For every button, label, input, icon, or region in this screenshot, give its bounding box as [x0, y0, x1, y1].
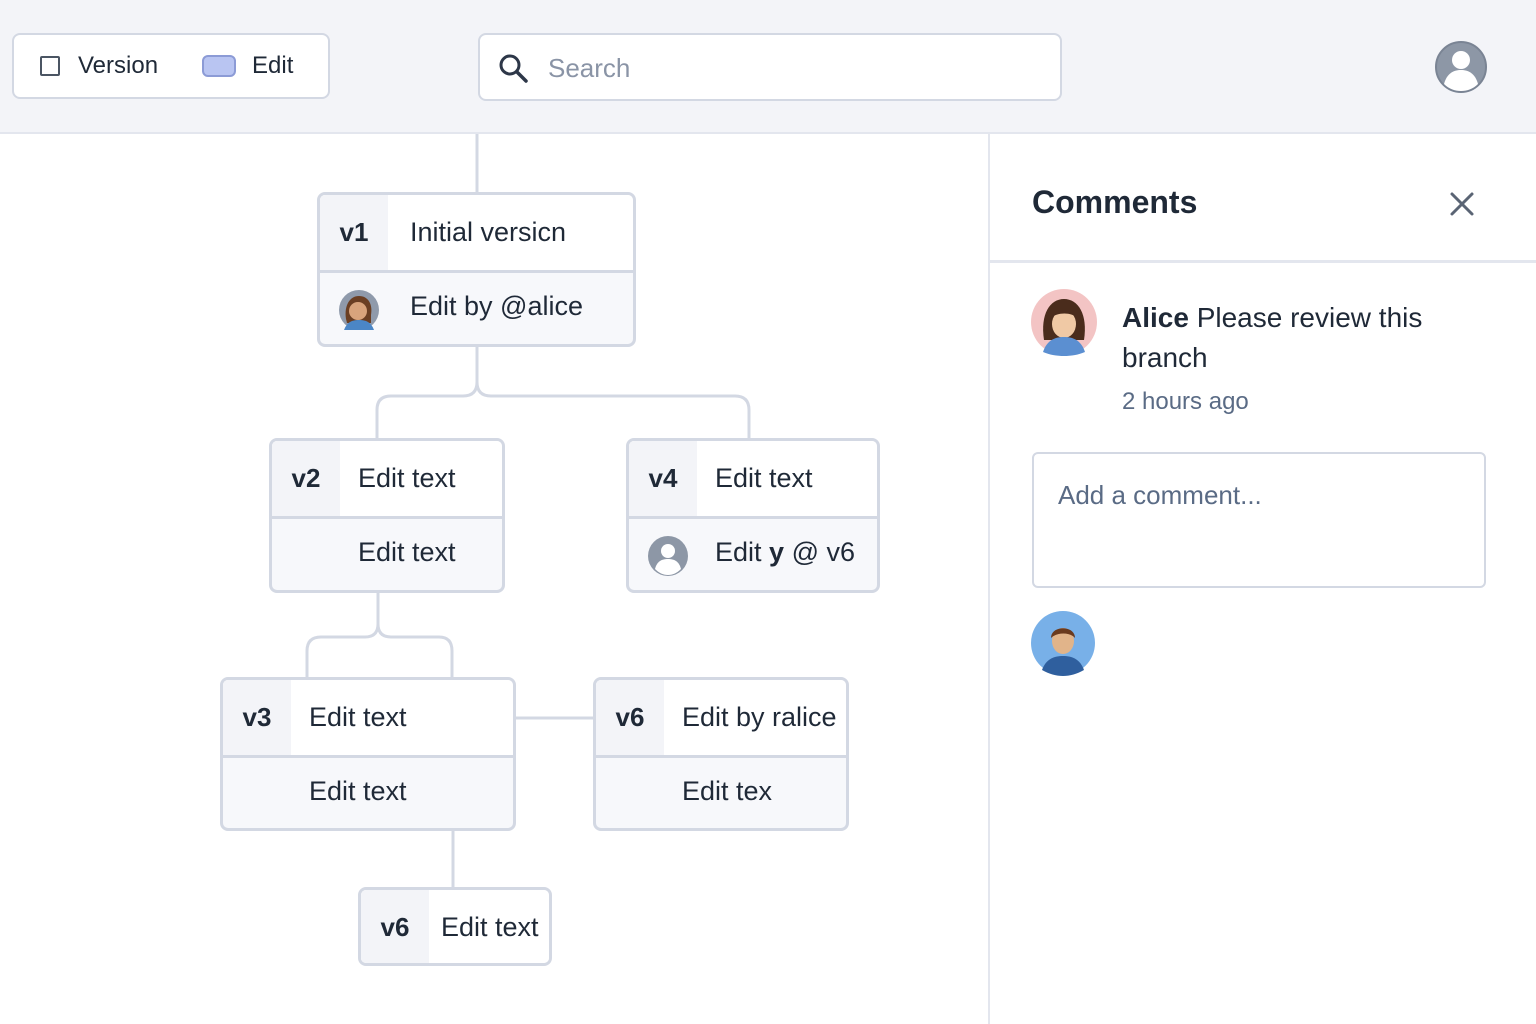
node-header: v6 Edit by ralice	[596, 680, 846, 758]
version-node-v2[interactable]: v2 Edit text Edit text	[269, 438, 505, 593]
node-title: Edit text	[309, 702, 407, 732]
version-node-v6-branch[interactable]: v6 Edit by ralice Edit tex	[593, 677, 849, 831]
current-user-avatar	[1031, 611, 1095, 676]
view-toggle-group: Version Edit	[12, 33, 330, 99]
comments-title: Comments	[1032, 184, 1198, 220]
subtitle-bold: y	[769, 537, 785, 567]
subtitle-prefix: Edit	[715, 537, 770, 567]
node-detail: Edit by @alice	[320, 273, 633, 344]
version-node-v4[interactable]: v4 Edit text Edit y @ v6	[626, 438, 880, 593]
node-detail: Edit y @ v6	[629, 519, 877, 590]
edit-toggle-switch[interactable]	[202, 55, 236, 77]
version-toggle[interactable]: Version	[40, 35, 158, 97]
node-title: Edit text	[715, 463, 813, 493]
comment-text: Alice Please review this branch	[1122, 298, 1462, 378]
node-detail: Edit tex	[596, 758, 846, 828]
node-header: v6 Edit text	[361, 890, 549, 963]
comment-author: Alice	[1122, 302, 1189, 333]
subtitle-suffix: @ v6	[784, 537, 855, 567]
alice-avatar	[1031, 289, 1097, 356]
version-node-v3[interactable]: v3 Edit text Edit text	[220, 677, 516, 831]
version-node-v1[interactable]: v1 Initial versicn Edit by @alice	[317, 192, 636, 347]
node-header: v1 Initial versicn	[320, 195, 633, 273]
version-tag: v1	[320, 195, 388, 270]
node-detail: Edit text	[223, 758, 513, 828]
version-label: Version	[78, 52, 159, 79]
edit-label: Edit	[252, 52, 294, 79]
version-tree-canvas: v1 Initial versicn Edit by @alice v2 Edi…	[0, 134, 988, 1024]
node-title: Initial versicn	[410, 217, 567, 247]
edit-toggle[interactable]: Edit	[202, 35, 293, 97]
node-subtitle: Edit text	[358, 537, 456, 567]
version-node-v6-leaf[interactable]: v6 Edit text	[358, 887, 552, 966]
node-header: v4 Edit text	[629, 441, 877, 519]
search-icon	[499, 54, 528, 83]
comments-panel: Comments Alice Please review this branch…	[990, 134, 1536, 1024]
search-bar	[478, 33, 1062, 101]
node-header: v3 Edit text	[223, 680, 513, 758]
version-checkbox[interactable]	[40, 56, 60, 76]
top-toolbar: Version Edit	[0, 0, 1536, 134]
node-title: Edit text	[441, 912, 539, 942]
node-subtitle: Edit text	[309, 776, 407, 806]
version-tag: v2	[272, 441, 340, 516]
comment-input[interactable]	[1032, 452, 1486, 588]
user-avatar-icon[interactable]	[1434, 40, 1488, 94]
node-header: v2 Edit text	[272, 441, 502, 519]
version-tag: v6	[596, 680, 664, 755]
version-tag: v4	[629, 441, 697, 516]
comment-timestamp: 2 hours ago	[1122, 388, 1249, 415]
alice-avatar	[339, 290, 379, 330]
node-subtitle: Edit tex	[682, 776, 773, 806]
node-title: Edit text	[358, 463, 456, 493]
version-tag: v6	[361, 890, 429, 963]
node-title: Edit by ralice	[682, 702, 837, 732]
node-subtitle: Edit y @ v6	[715, 537, 855, 568]
close-icon[interactable]	[1446, 188, 1478, 220]
comments-header: Comments	[990, 134, 1536, 263]
search-input[interactable]	[546, 45, 1030, 91]
default-avatar-icon	[648, 536, 688, 576]
node-detail: Edit text	[272, 519, 502, 590]
version-tag: v3	[223, 680, 291, 755]
node-subtitle: Edit by @alice	[410, 291, 583, 321]
comment-item: Alice Please review this branch 2 hours …	[1030, 288, 1500, 428]
